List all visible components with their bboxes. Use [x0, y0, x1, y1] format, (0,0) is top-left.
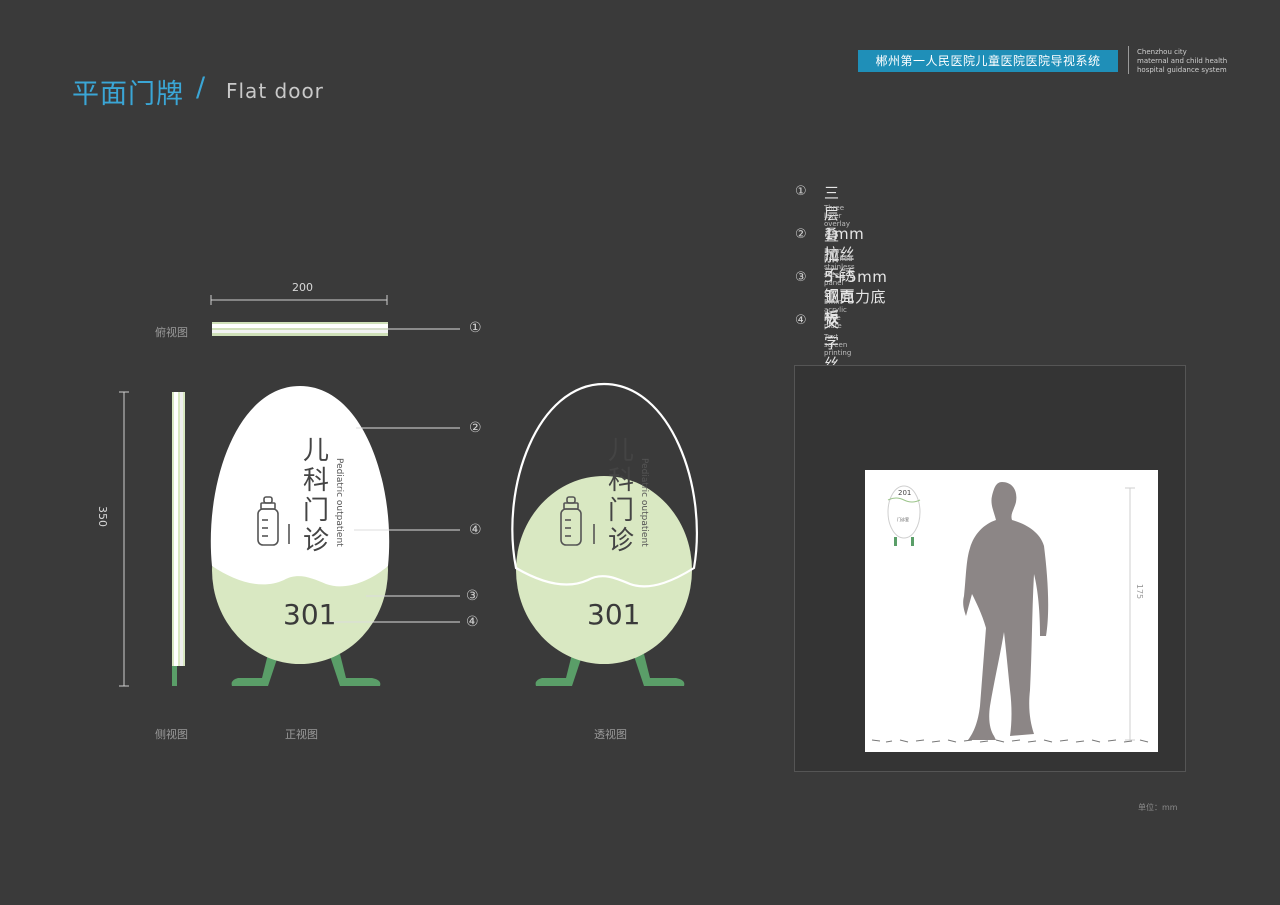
mini-dept: 门诊室 [897, 517, 909, 522]
mini-room-number: 201 [898, 489, 912, 497]
human-height-label: 175 [1135, 583, 1145, 600]
human-height-dimension [1125, 487, 1135, 741]
scale-scene-drawing [871, 482, 1149, 743]
person-silhouette [963, 482, 1049, 740]
floor-texture [871, 739, 1149, 743]
unit-note: 单位：mm [1138, 803, 1178, 812]
